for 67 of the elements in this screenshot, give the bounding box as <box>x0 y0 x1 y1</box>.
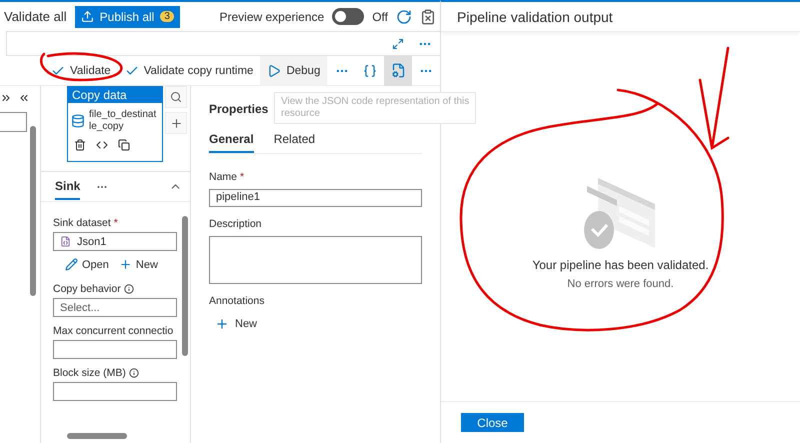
debug-button[interactable]: Debug <box>260 56 328 86</box>
success-message: Your pipeline has been validated. <box>532 258 709 272</box>
properties-tab[interactable]: Related <box>274 126 316 153</box>
description-field[interactable] <box>209 236 422 284</box>
scrollbar[interactable] <box>182 216 188 356</box>
info-icon <box>124 284 134 294</box>
field-label: Copy behavior <box>53 283 180 295</box>
field-label: Max concurrent connectio <box>53 325 174 337</box>
tooltip: View the JSON code representation of this resource <box>274 92 476 124</box>
collapse-icon <box>18 92 30 104</box>
play-icon <box>267 64 282 78</box>
panel-title: Pipeline validation output <box>441 2 800 32</box>
open-button[interactable]: Open <box>65 258 109 271</box>
file-icon <box>60 236 71 247</box>
field-label: Sink dataset * <box>53 217 119 229</box>
new-button[interactable]: New <box>118 258 158 271</box>
preview-label: Preview experience <box>219 10 324 24</box>
preview-toggle[interactable] <box>332 8 364 25</box>
scrollbar[interactable] <box>67 433 127 439</box>
plus-icon <box>170 116 182 130</box>
sink-tab[interactable]: Sink <box>55 173 80 200</box>
search-icon <box>170 91 182 103</box>
activity-name: file_to_destinat le_copy <box>89 109 156 133</box>
validate-button[interactable]: Validate copy runtime <box>118 56 260 86</box>
required-mark: * <box>114 217 118 229</box>
plus-icon <box>118 258 132 271</box>
zoom-button[interactable] <box>165 86 187 108</box>
toggle-state: Off <box>372 10 388 24</box>
document-icon <box>390 63 406 78</box>
validate-button[interactable]: Validate <box>44 56 118 86</box>
upload-icon <box>80 10 94 23</box>
properties-tab[interactable]: General <box>209 126 254 153</box>
activity-node[interactable]: Copy data file_to_destinat le_copy <box>67 86 163 162</box>
code-icon <box>96 139 108 151</box>
activity-title: Copy data <box>68 87 162 103</box>
braces-icon <box>363 64 377 78</box>
annotations-label: Annotations <box>209 295 266 307</box>
input-field[interactable] <box>53 382 177 401</box>
chevrons-icon <box>0 92 12 104</box>
validate-all-button[interactable]: Validate all <box>4 9 67 24</box>
add-button[interactable] <box>165 112 187 134</box>
description-label: Description <box>209 218 263 230</box>
search-field[interactable] <box>0 112 27 132</box>
name-field[interactable]: pipeline1 <box>209 189 422 207</box>
json-view-button[interactable] <box>384 56 412 86</box>
select-field[interactable]: Select... <box>53 298 177 317</box>
required-mark: * <box>240 171 244 183</box>
clipboard-icon <box>420 8 436 24</box>
plus-icon <box>215 317 229 331</box>
publish-all-button[interactable]: Publish all 3 <box>74 6 180 28</box>
delete-icon <box>74 139 86 151</box>
copy-icon <box>118 139 130 151</box>
detail-message: No errors were found. <box>567 278 674 290</box>
dataset-field[interactable]: Json1 <box>53 232 177 251</box>
scrollbar[interactable] <box>30 126 36 296</box>
database-icon <box>71 114 85 128</box>
count-badge: 3 <box>160 11 174 22</box>
info-icon <box>128 368 139 378</box>
field-label: Block size (MB) <box>53 367 180 379</box>
close-button[interactable]: Close <box>461 413 524 432</box>
properties-title: Properties <box>209 102 268 116</box>
refresh-icon <box>396 8 412 24</box>
input-field[interactable] <box>53 340 177 359</box>
expand-icon <box>392 38 404 50</box>
name-label: Name * <box>209 171 246 183</box>
new-annotation-button[interactable]: New <box>209 313 264 335</box>
pencil-icon <box>65 258 78 271</box>
